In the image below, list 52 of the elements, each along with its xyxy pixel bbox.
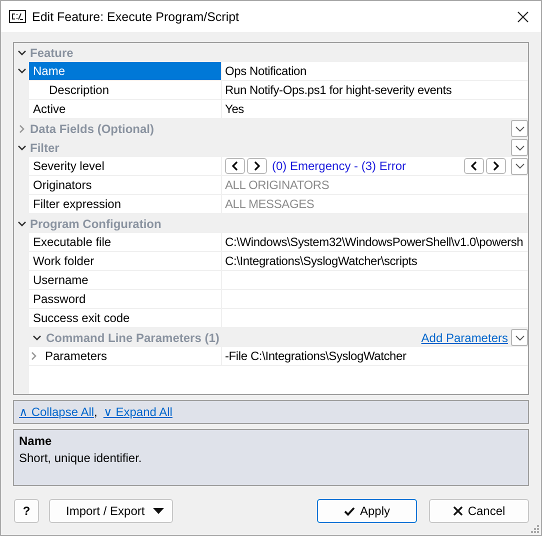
chevron-icon[interactable] bbox=[17, 48, 27, 58]
chevron-icon[interactable] bbox=[17, 142, 27, 152]
resize-grip-icon[interactable] bbox=[531, 525, 539, 533]
category-label: Filter bbox=[30, 140, 60, 154]
add-parameters-link[interactable]: Add Parameters bbox=[421, 330, 508, 344]
category-label: Data Fields (Optional) bbox=[30, 122, 154, 136]
dropdown-button[interactable] bbox=[511, 139, 528, 156]
property-value[interactable]: Ops Notification bbox=[225, 64, 307, 78]
window-title: Edit Feature: Execute Program/Script bbox=[32, 10, 240, 24]
dropdown-button[interactable] bbox=[511, 329, 528, 346]
next-button[interactable] bbox=[247, 158, 267, 174]
chevron-left-icon bbox=[470, 161, 478, 171]
chevron-icon[interactable] bbox=[32, 332, 42, 342]
close-icon bbox=[452, 506, 463, 516]
category-label: Feature bbox=[30, 46, 74, 60]
chevron-down-icon bbox=[514, 163, 524, 169]
property-value[interactable]: Yes bbox=[225, 102, 244, 116]
help-title: Name bbox=[19, 433, 53, 450]
previous-button[interactable] bbox=[464, 158, 484, 174]
console-icon bbox=[9, 10, 26, 23]
next-button[interactable] bbox=[486, 158, 506, 174]
chevron-icon[interactable] bbox=[17, 218, 27, 228]
chevron-icon[interactable] bbox=[17, 66, 27, 76]
chevron-right-icon bbox=[253, 161, 261, 171]
chevron-down-icon bbox=[514, 144, 524, 150]
check-icon bbox=[344, 506, 355, 516]
chevron-down-icon bbox=[514, 334, 524, 340]
chevron-down-icon bbox=[514, 126, 524, 132]
dropdown-button[interactable] bbox=[511, 158, 528, 174]
property-value[interactable]: C:\Windows\System32\WindowsPowerShell\v1.0\powersh bbox=[225, 235, 524, 249]
collapse-all-link[interactable]: ∧ Collapse All bbox=[19, 405, 94, 419]
property-value[interactable]: -File C:\Integrations\SyslogWatcher bbox=[225, 349, 406, 363]
dropdown-button[interactable] bbox=[511, 120, 528, 137]
property-label[interactable]: Name bbox=[29, 62, 221, 80]
previous-button[interactable] bbox=[225, 158, 245, 174]
property-value[interactable]: Run Notify-Ops.ps1 for hight-severity events bbox=[225, 83, 452, 97]
help-text: Short, unique identifier. bbox=[19, 450, 143, 467]
caret-icon bbox=[153, 508, 164, 514]
help-button[interactable]: ? bbox=[14, 499, 39, 523]
chevron-left-icon bbox=[231, 161, 239, 171]
subcategory-label: Command Line Parameters (1) bbox=[46, 330, 220, 344]
cancel-button[interactable]: Cancel bbox=[429, 499, 529, 523]
property-value[interactable]: C:\Integrations\SyslogWatcher\scripts bbox=[225, 254, 418, 268]
property-value: (0) Emergency - (3) Error bbox=[272, 159, 406, 173]
chevron-right-icon bbox=[492, 161, 500, 171]
separator-text: , bbox=[94, 405, 98, 419]
subcategory-header[interactable]: Command Line Parameters (1) Add Parameters bbox=[29, 328, 528, 347]
category-label: Program Configuration bbox=[30, 216, 162, 230]
close-icon[interactable] bbox=[517, 10, 529, 22]
import-export-button[interactable]: Import / Export bbox=[49, 499, 173, 523]
expand-all-link[interactable]: ∨ Expand All bbox=[103, 405, 172, 419]
apply-button[interactable]: Apply bbox=[317, 499, 417, 523]
